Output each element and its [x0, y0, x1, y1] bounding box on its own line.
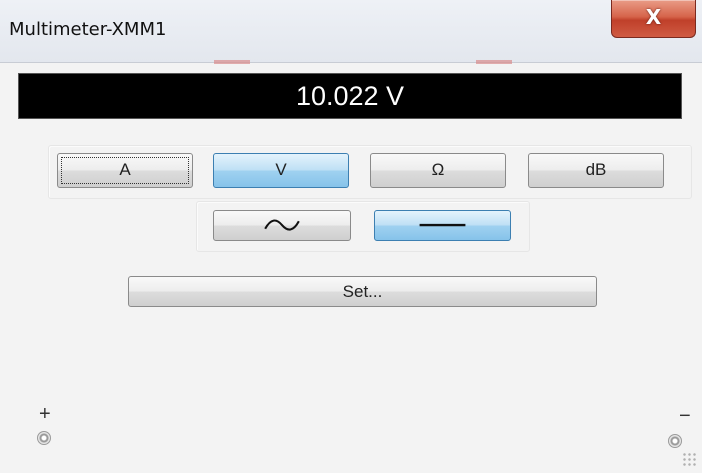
close-icon: X	[645, 5, 662, 29]
positive-terminal[interactable]	[37, 431, 51, 445]
ohmmeter-button[interactable]: Ω	[370, 153, 506, 188]
set-button[interactable]: Set...	[128, 276, 597, 307]
voltmeter-button[interactable]: V	[213, 153, 349, 188]
background-artifact	[476, 60, 512, 64]
close-button[interactable]: X	[611, 0, 696, 38]
window-title: Multimeter-XMM1	[9, 19, 167, 40]
positive-terminal-label: +	[39, 403, 51, 425]
resize-grip[interactable]	[682, 452, 698, 468]
reading-value: 10.022 V	[295, 81, 405, 111]
dc-line-icon	[419, 223, 466, 227]
background-artifact	[214, 60, 250, 64]
dc-button[interactable]	[374, 210, 511, 241]
title-bar[interactable]: Multimeter-XMM1 X	[0, 0, 702, 64]
multimeter-window: Multimeter-XMM1 X 10.022 V A V Ω dB Set.…	[0, 0, 702, 473]
negative-terminal[interactable]	[668, 434, 682, 448]
decibel-button[interactable]: dB	[528, 153, 664, 188]
ammeter-button[interactable]: A	[57, 153, 193, 188]
ac-sine-icon	[264, 219, 300, 231]
reading-display: 10.022 V	[18, 73, 682, 119]
ac-button[interactable]	[213, 210, 351, 241]
negative-terminal-label: −	[679, 405, 691, 427]
